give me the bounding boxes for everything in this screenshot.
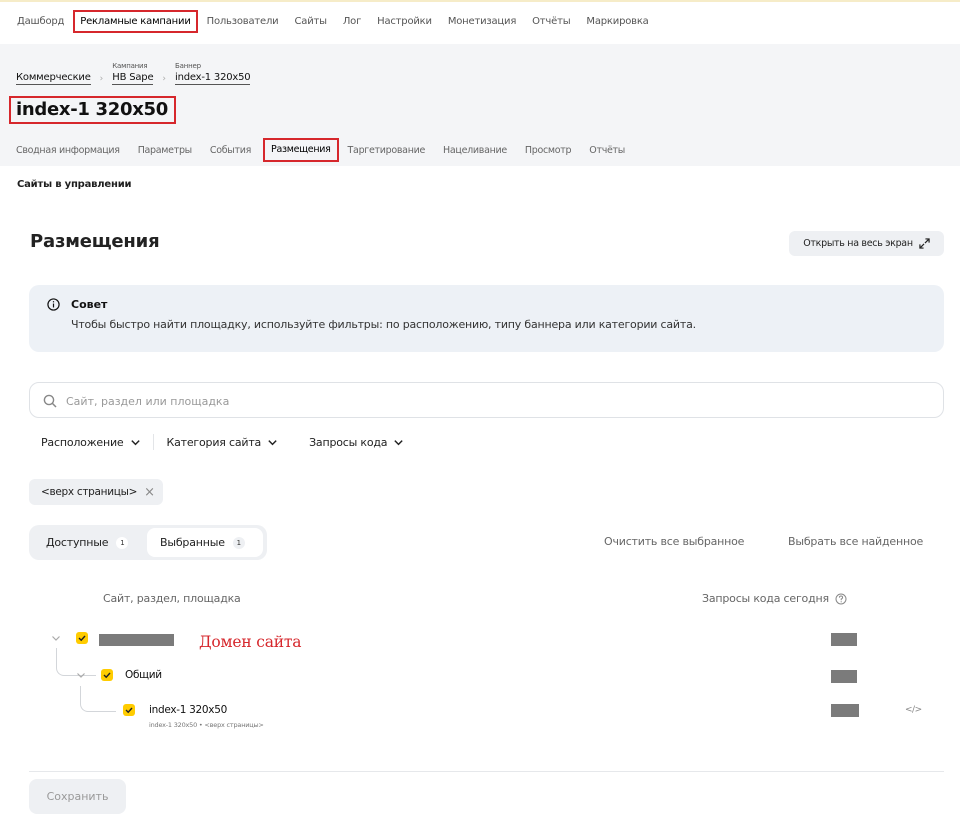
section-label: Сайты в управлении (17, 179, 132, 190)
tip-banner: Совет Чтобы быстро найти площадку, испол… (29, 285, 944, 352)
tab-preview[interactable]: Просмотр (525, 145, 572, 156)
column-header-requests-label: Запросы кода сегодня (702, 592, 829, 605)
filter-location[interactable]: Расположение (41, 436, 141, 449)
filter-site-category-label: Категория сайта (166, 435, 262, 449)
tree-connector (80, 686, 116, 712)
tip-title: Совет (71, 298, 108, 311)
segment-available-count: 1 (116, 536, 129, 549)
tab-aiming[interactable]: Нацеливание (443, 145, 507, 156)
redacted-count (831, 704, 859, 717)
selection-segmented-control: Доступные 1 Выбранные 1 (29, 525, 267, 560)
breadcrumb-separator-icon: › (99, 74, 104, 84)
filter-location-label: Расположение (41, 435, 124, 449)
chevron-down-icon (268, 439, 277, 445)
redacted-count (831, 670, 857, 683)
topnav-users[interactable]: Пользователи (200, 10, 286, 33)
filters-row: Расположение Категория сайта Запросы код… (41, 434, 404, 450)
check-icon (78, 635, 86, 642)
entity-header: Коммерческие › Кампания HB Sape › Баннер… (0, 44, 960, 166)
breadcrumb-separator-icon: › (162, 74, 167, 84)
topnav-dashboard[interactable]: Дашборд (10, 10, 71, 33)
tab-targeting[interactable]: Таргетирование (348, 145, 426, 156)
filter-code-requests[interactable]: Запросы кода (309, 436, 404, 449)
placement-label: index-1 320x50 (149, 704, 227, 716)
topnav-settings[interactable]: Настройки (370, 10, 439, 33)
tab-events[interactable]: События (210, 145, 251, 156)
search-icon (43, 394, 57, 408)
column-header-name: Сайт, раздел, площадка (103, 592, 241, 605)
breadcrumb-campaign-link[interactable]: HB Sape (112, 72, 154, 85)
breadcrumb: Коммерческие › Кампания HB Sape › Баннер… (16, 62, 251, 85)
breadcrumb-banner-link[interactable]: index-1 320x50 (175, 72, 251, 85)
page-title: index-1 320x50 (9, 96, 176, 124)
tab-summary[interactable]: Сводная информация (16, 145, 120, 156)
chevron-down-icon (394, 439, 404, 445)
check-icon (103, 672, 111, 679)
topnav-log[interactable]: Лог (336, 10, 368, 33)
top-nav: Дашборд Рекламные кампании Пользователи … (10, 10, 656, 33)
breadcrumb-root: Коммерческие (16, 72, 91, 85)
help-icon[interactable] (835, 593, 847, 605)
filter-chip: <верх страницы> × (29, 479, 163, 505)
tab-reports[interactable]: Отчёты (589, 145, 625, 156)
topnav-campaigns[interactable]: Рекламные кампании (73, 10, 198, 33)
expand-icon (919, 238, 930, 249)
breadcrumb-banner-caption: Баннер (175, 62, 201, 70)
close-icon[interactable]: × (144, 485, 155, 500)
checkbox-domain[interactable] (76, 632, 88, 644)
segment-selected-count: 1 (232, 536, 245, 549)
checkbox-section[interactable] (101, 669, 113, 681)
segment-available[interactable]: Доступные 1 (46, 528, 129, 557)
topnav-sites[interactable]: Сайты (287, 10, 333, 33)
section-label-general: Общий (125, 669, 162, 681)
breadcrumb-banner: Баннер index-1 320x50 (175, 62, 251, 85)
column-header-requests: Запросы кода сегодня (702, 592, 847, 605)
filter-divider (152, 434, 154, 450)
segment-selected-label: Выбранные (160, 536, 225, 549)
sub-nav: Сводная информация Параметры События Раз… (16, 138, 643, 162)
code-icon[interactable]: </> (905, 705, 922, 715)
check-icon (125, 707, 133, 714)
redacted-count (831, 633, 857, 646)
domain-annotation: Домен сайта (199, 633, 302, 651)
clear-selected-link[interactable]: Очистить все выбранное (604, 535, 744, 548)
topnav-marking[interactable]: Маркировка (579, 10, 655, 33)
tab-parameters[interactable]: Параметры (138, 145, 193, 156)
footer-divider (29, 771, 944, 772)
tab-placements[interactable]: Размещения (263, 138, 339, 162)
breadcrumb-campaign-caption: Кампания (112, 62, 148, 70)
tip-text: Чтобы быстро найти площадку, используйте… (71, 318, 696, 331)
chevron-down-icon[interactable] (76, 670, 86, 680)
placement-sublabel: index-1 320x50 • <верх страницы> (149, 721, 264, 729)
breadcrumb-root-link[interactable]: Коммерческие (16, 72, 91, 85)
select-all-found-link[interactable]: Выбрать все найденное (788, 535, 923, 548)
save-button[interactable]: Сохранить (29, 779, 126, 814)
topnav-reports[interactable]: Отчёты (525, 10, 577, 33)
checkbox-placement[interactable] (123, 704, 135, 716)
search-input[interactable] (66, 391, 926, 411)
redacted-domain (99, 634, 174, 646)
top-bar: Дашборд Рекламные кампании Пользователи … (0, 0, 960, 44)
chevron-down-icon (130, 439, 140, 445)
chevron-down-icon[interactable] (51, 633, 61, 643)
fullscreen-button[interactable]: Открыть на весь экран (789, 231, 944, 256)
filter-site-category[interactable]: Категория сайта (167, 436, 279, 449)
segment-selected[interactable]: Выбранные 1 (147, 528, 263, 557)
placements-title: Размещения (30, 231, 160, 252)
segment-available-label: Доступные (46, 536, 109, 549)
topnav-monetization[interactable]: Монетизация (441, 10, 523, 33)
filter-code-requests-label: Запросы кода (309, 435, 388, 449)
info-icon (47, 298, 60, 311)
search-box[interactable] (29, 382, 944, 418)
fullscreen-button-label: Открыть на весь экран (803, 238, 913, 249)
breadcrumb-campaign: Кампания HB Sape (112, 62, 154, 85)
filter-chip-label: <верх страницы> (41, 486, 138, 498)
